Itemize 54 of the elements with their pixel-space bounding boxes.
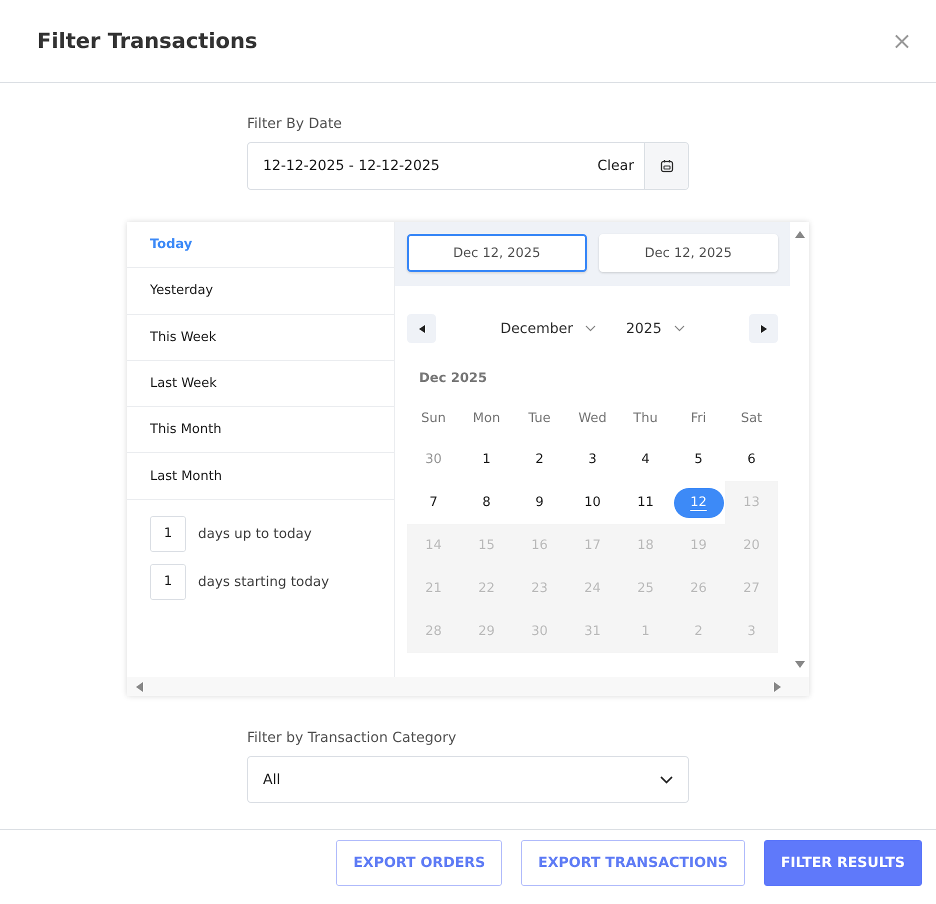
calendar-day[interactable]: 8 — [462, 488, 512, 518]
weekday-label: Mon — [472, 410, 502, 428]
calendar-day[interactable]: 9 — [514, 488, 564, 518]
preset-range[interactable]: Today — [127, 222, 394, 268]
month-dropdown[interactable]: December — [500, 320, 596, 336]
calendar-day[interactable]: 1 — [462, 444, 512, 474]
calendar-day[interactable]: 3 — [568, 444, 618, 474]
calendar-day[interactable]: 4 — [620, 444, 670, 474]
calendar-day[interactable]: 11 — [620, 488, 670, 518]
field-label: Filter by Transaction Category — [247, 730, 458, 746]
scroll-down-icon[interactable] — [794, 661, 804, 669]
preset-range[interactable]: This Month — [127, 407, 394, 454]
range-date-field[interactable]: Dec 12, 2025 — [598, 234, 778, 272]
calendar-day[interactable]: 6 — [726, 444, 776, 474]
action-button[interactable]: EXPORT ORDERS — [336, 840, 502, 886]
scroll-left-icon[interactable] — [135, 682, 143, 692]
preset-range[interactable]: Yesterday — [127, 268, 394, 315]
right-triangle-icon — [760, 324, 766, 332]
days-label: days starting today — [198, 574, 330, 590]
next-month-button[interactable] — [749, 314, 778, 343]
year-dropdown[interactable]: 2025 — [626, 320, 685, 336]
preset-range[interactable]: Last Week — [127, 360, 394, 408]
weekday-label: Thu — [632, 410, 659, 428]
chevron-down-icon — [584, 325, 596, 332]
chevron-down-icon — [660, 776, 673, 784]
calendar-day[interactable]: 30 — [408, 444, 458, 474]
calendar-day[interactable]: 5 — [674, 444, 724, 474]
calendar-day[interactable]: 2 — [514, 444, 564, 474]
preset-range[interactable]: Last Month — [127, 453, 394, 500]
left-triangle-icon — [418, 324, 424, 332]
close-button[interactable]: × — [888, 29, 916, 53]
weekday-label: Sat — [740, 410, 764, 428]
calendar-day[interactable]: 12 — [674, 488, 724, 518]
weekday-label: Sun — [420, 410, 447, 428]
month-caption: Dec 2025 — [419, 371, 488, 386]
dialog-title: Filter Transactions — [37, 29, 258, 53]
previous-month-button[interactable] — [407, 314, 436, 343]
preset-range[interactable]: This Week — [127, 314, 394, 361]
field-label: Filter By Date — [247, 116, 343, 132]
chevron-down-icon — [674, 325, 685, 332]
calendar-day[interactable]: 7 — [408, 488, 458, 518]
scroll-up-icon[interactable] — [794, 230, 804, 238]
range-date-field[interactable]: Dec 12, 2025 — [407, 234, 586, 272]
weekday-label: Fri — [690, 410, 708, 428]
days-field[interactable]: 1 — [150, 516, 186, 552]
category-dropdown[interactable]: All — [247, 756, 689, 803]
weekday-label: Tue — [527, 410, 552, 428]
action-button[interactable]: FILTER RESULTS — [764, 840, 922, 886]
weekday-label: Wed — [577, 410, 608, 428]
days-label: days up to today — [198, 526, 312, 542]
scroll-right-icon[interactable] — [774, 682, 782, 692]
action-button[interactable]: EXPORT TRANSACTIONS — [521, 840, 745, 886]
calendar-day[interactable]: 10 — [568, 488, 618, 518]
days-field[interactable]: 1 — [150, 564, 186, 600]
